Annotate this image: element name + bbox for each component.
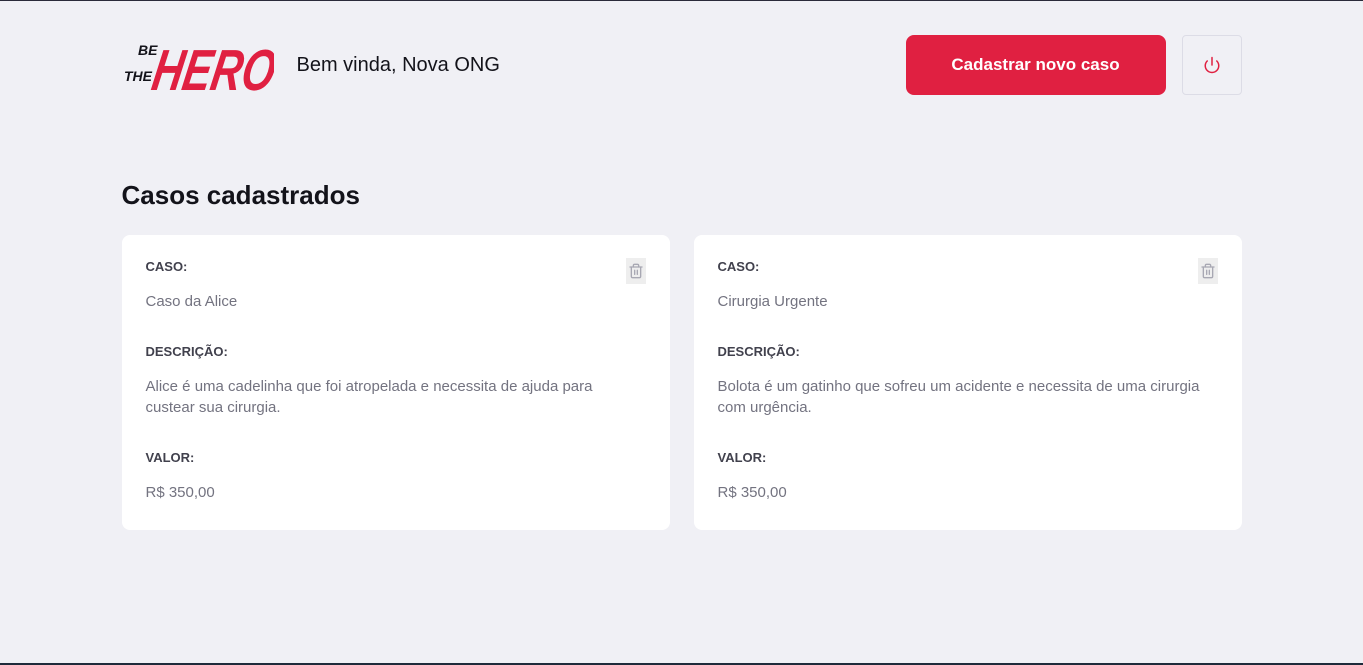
case-title-label: CASO: [145,259,188,274]
trash-icon [1200,263,1215,279]
trash-icon [628,263,643,279]
case-value-label: VALOR: [145,450,195,465]
welcome-message: Bem vinda, Nova ONG [296,53,500,76]
svg-text:THE: THE [124,68,153,84]
case-card: CASO: Cirurgia Urgente DESCRIÇÃO: Bolota… [693,235,1242,530]
page-header: BE THE HERO Bem vinda, Nova ONG Cadastra… [122,35,1242,97]
new-case-button[interactable]: Cadastrar novo caso [905,35,1166,95]
svg-text:HERO: HERO [147,38,273,97]
case-card: CASO: Caso da Alice DESCRIÇÃO: Alice é u… [121,235,670,530]
case-description-value: Bolota é um gatinho que sofreu um aciden… [717,378,1200,416]
delete-case-button[interactable] [1197,258,1218,284]
case-value-amount: R$ 350,00 [145,484,215,501]
case-description-label: DESCRIÇÃO: [145,344,228,359]
case-title-value: Cirurgia Urgente [717,293,828,310]
case-description-value: Alice é uma cadelinha que foi atropelada… [145,378,593,416]
case-title-value: Caso da Alice [145,293,238,310]
logout-button[interactable] [1181,35,1242,95]
power-icon [1204,56,1219,74]
delete-case-button[interactable] [625,258,646,284]
be-the-hero-logo: BE THE HERO [124,38,274,97]
case-value-label: VALOR: [717,450,767,465]
page-title: Casos cadastrados [121,180,360,210]
case-list: CASO: Caso da Alice DESCRIÇÃO: Alice é u… [121,235,1242,530]
case-description-label: DESCRIÇÃO: [717,344,800,359]
case-value-amount: R$ 350,00 [717,484,787,501]
case-title-label: CASO: [717,259,760,274]
profile-page: BE THE HERO Bem vinda, Nova ONG Cadastra… [121,1,1242,530]
